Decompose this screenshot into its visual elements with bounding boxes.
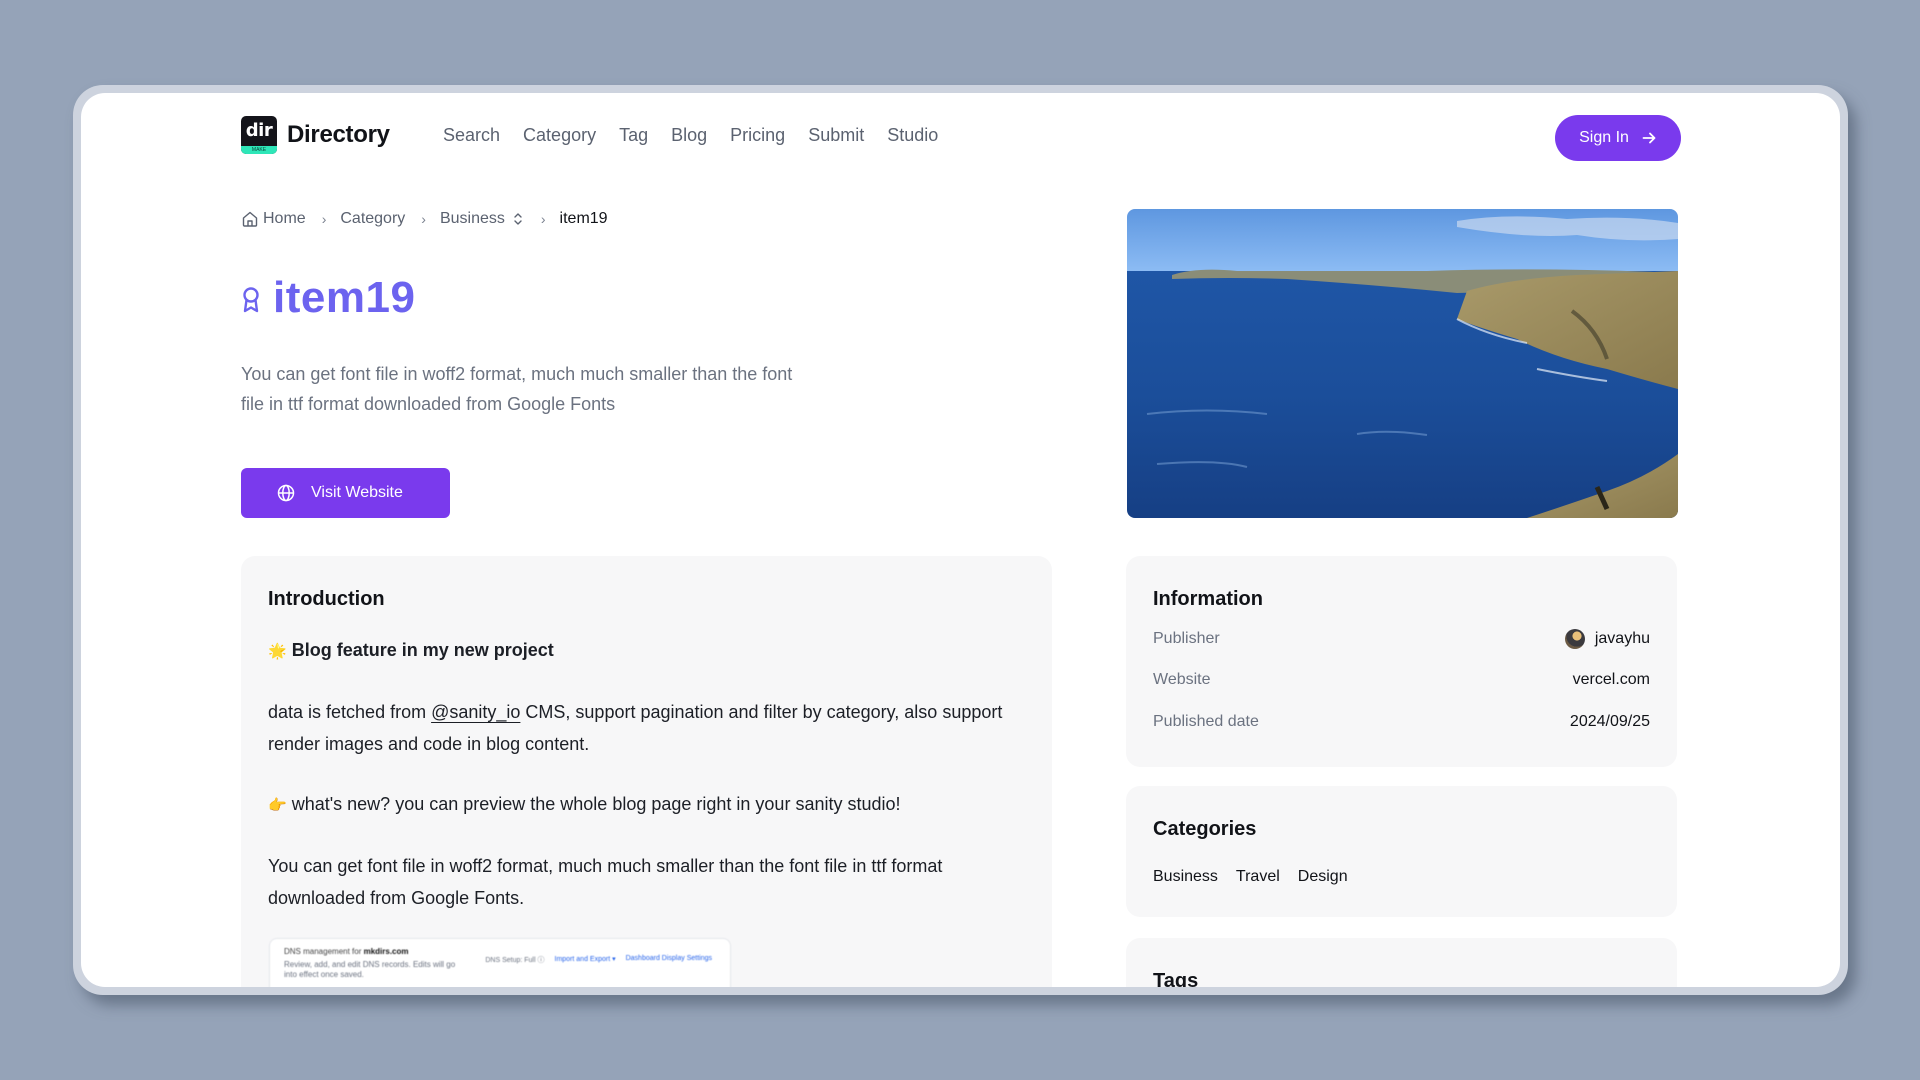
information-card: Information Publisher javayhu Website ve… — [1126, 556, 1677, 767]
category-list: Business Travel Design — [1153, 868, 1348, 886]
embedded-screenshot: DNS management for mkdirs.com Review, ad… — [269, 938, 731, 987]
embed-title-prefix: DNS management for — [284, 947, 364, 956]
nav-blog[interactable]: Blog — [671, 123, 707, 147]
breadcrumb: Home › Category › Business › item19 — [241, 208, 608, 230]
visit-website-label: Visit Website — [311, 484, 403, 501]
nav-submit[interactable]: Submit — [808, 123, 864, 147]
info-row-published-date: Published date 2024/09/25 — [1153, 713, 1650, 731]
nav-search[interactable]: Search — [443, 123, 500, 147]
tags-heading: Tags — [1153, 970, 1199, 987]
category-link[interactable]: Business — [1153, 868, 1218, 886]
publisher[interactable]: javayhu — [1564, 629, 1650, 649]
breadcrumb-business[interactable]: Business — [440, 210, 505, 228]
info-label: Published date — [1153, 713, 1259, 730]
chevron-right-icon: › — [421, 211, 426, 227]
introduction-heading: Introduction — [268, 588, 385, 610]
browser-window-frame: dir MAKE Directory Search Category Tag B… — [73, 85, 1848, 995]
paragraph-3: You can get font file in woff2 format, m… — [268, 856, 943, 908]
categories-heading: Categories — [1153, 818, 1257, 840]
chevron-right-icon: › — [540, 211, 546, 227]
published-date: 2024/09/25 — [1569, 713, 1650, 730]
arrow-right-icon — [1642, 132, 1656, 144]
tags-card: Tags — [1126, 938, 1677, 987]
blog-feature-heading: 🌟 Blog feature in my new project — [268, 634, 1038, 668]
embed-dns-setup: DNS Setup: Full ⓘ — [485, 957, 545, 964]
p1-text: data is fetched from — [268, 702, 432, 722]
info-label: Publisher — [1153, 630, 1220, 647]
breadcrumb-category[interactable]: Category — [340, 210, 405, 228]
chevron-up-down-icon[interactable] — [511, 211, 525, 227]
avatar — [1564, 629, 1585, 649]
sanity-link[interactable]: @sanity_io — [431, 702, 520, 722]
award-icon — [243, 287, 259, 313]
globe-icon — [277, 484, 295, 502]
sign-in-label: Sign In — [1579, 129, 1629, 146]
embed-title-domain: mkdirs.com — [363, 947, 409, 956]
breadcrumb-current: item19 — [559, 210, 608, 227]
pointing-hand-icon: 👉 — [268, 797, 287, 814]
info-label: Website — [1153, 671, 1211, 688]
nav-category[interactable]: Category — [523, 123, 596, 147]
nav-studio[interactable]: Studio — [887, 123, 938, 147]
info-row-website: Website vercel.com — [1153, 671, 1650, 689]
page-title: item19 — [241, 273, 415, 323]
category-link[interactable]: Design — [1298, 868, 1348, 886]
logo[interactable]: dir MAKE Directory — [241, 115, 390, 155]
embed-actions: DNS Setup: Full ⓘ Import and Export ▾ Da… — [485, 955, 712, 965]
page-viewport: dir MAKE Directory Search Category Tag B… — [81, 93, 1840, 987]
logo-mark-text: dir — [245, 120, 273, 141]
nav-tag[interactable]: Tag — [619, 123, 648, 147]
p2-text: what's new? you can preview the whole bl… — [291, 794, 901, 814]
brand-name: Directory — [287, 121, 390, 148]
info-row-publisher: Publisher javayhu — [1153, 629, 1650, 649]
feature-title: Blog feature in my new project — [291, 640, 554, 660]
introduction-card: Introduction 🌟 Blog feature in my new pr… — [241, 556, 1052, 987]
home-icon — [242, 211, 258, 227]
item-title: item19 — [273, 273, 416, 322]
chevron-right-icon: › — [321, 211, 327, 227]
item-image — [1127, 209, 1678, 518]
nav-pricing[interactable]: Pricing — [730, 123, 785, 147]
logo-mark-sub: MAKE — [241, 146, 277, 154]
main-menu: Search Category Tag Blog Pricing Submit … — [443, 123, 961, 147]
sparkle-icon: 🌟 — [268, 643, 287, 660]
visit-website-button[interactable]: Visit Website — [241, 468, 450, 518]
information-heading: Information — [1153, 588, 1263, 610]
publisher-name: javayhu — [1594, 630, 1650, 647]
categories-card: Categories Business Travel Design — [1126, 786, 1677, 917]
navbar: dir MAKE Directory Search Category Tag B… — [241, 115, 1681, 161]
logo-icon: dir MAKE — [241, 116, 277, 154]
sign-in-button[interactable]: Sign In — [1555, 115, 1681, 161]
introduction-body: 🌟 Blog feature in my new project data is… — [268, 634, 1038, 942]
paragraph-1: data is fetched from @sanity_io CMS, sup… — [268, 696, 1038, 760]
category-link[interactable]: Travel — [1236, 868, 1280, 886]
embed-dashboard-settings: Dashboard Display Settings — [625, 955, 712, 962]
breadcrumb-home[interactable]: Home — [263, 210, 306, 228]
website-link[interactable]: vercel.com — [1573, 671, 1650, 689]
item-description: You can get font file in woff2 format, m… — [241, 364, 793, 414]
embed-subtitle: Review, add, and edit DNS records. Edits… — [284, 960, 456, 979]
paragraph-2: 👉 what's new? you can preview the whole … — [268, 788, 1038, 822]
embed-import-export: Import and Export ▾ — [554, 956, 616, 963]
